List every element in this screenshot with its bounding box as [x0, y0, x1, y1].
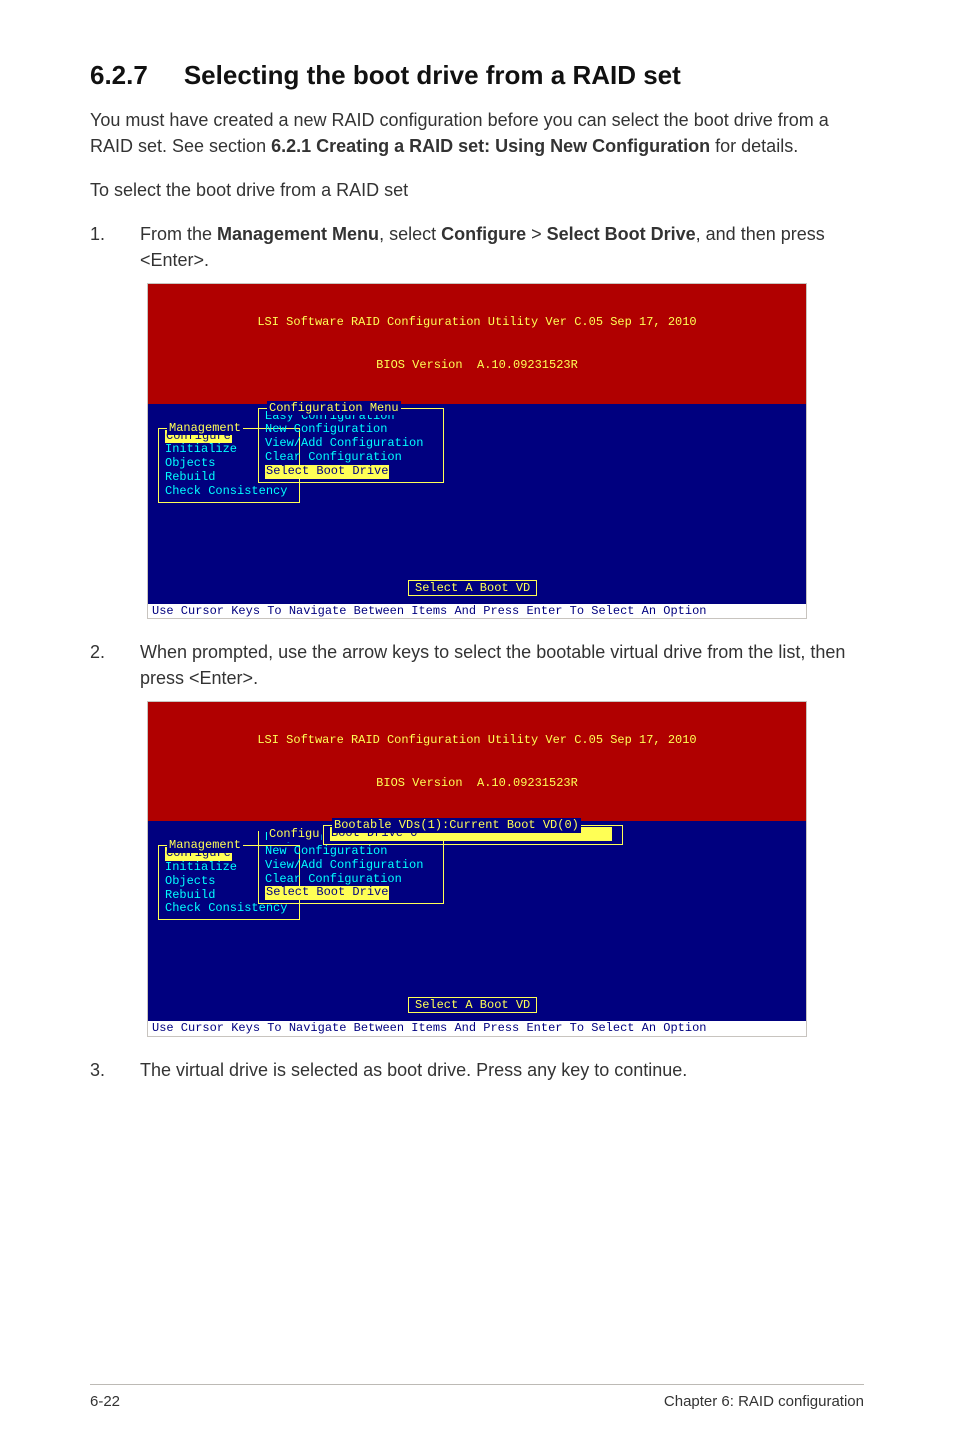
step-3: 3. The virtual drive is selected as boot…: [90, 1057, 864, 1083]
intro-text-b: for details.: [710, 136, 798, 156]
bios2-title-l2: BIOS Version A.10.09231523R: [152, 776, 802, 790]
step-number: 3.: [90, 1057, 110, 1083]
footer-page-num: 6-22: [90, 1393, 120, 1410]
s1-a: From the: [140, 224, 217, 244]
step-text: The virtual drive is selected as boot dr…: [140, 1057, 864, 1083]
footer-chapter: Chapter 6: RAID configuration: [664, 1393, 864, 1410]
bios-screenshot-1: LSI Software RAID Configuration Utility …: [147, 283, 807, 619]
bios1-status: Use Cursor Keys To Navigate Between Item…: [148, 604, 806, 618]
bios1-body: Management Configure Initialize Objects …: [148, 404, 806, 604]
bios2-cfg-viewadd[interactable]: View/Add Configuration: [265, 859, 437, 873]
bios1-cfg-clear[interactable]: Clear Configuration: [265, 451, 437, 465]
bios1-cfg-viewadd[interactable]: View/Add Configuration: [265, 437, 437, 451]
page-footer: 6-22 Chapter 6: RAID configuration: [90, 1384, 864, 1410]
bios2-cfg-select-boot[interactable]: Select Boot Drive: [265, 886, 389, 900]
bios2-body: Management Configure Initialize Objects …: [148, 821, 806, 1021]
bios-screenshot-2: LSI Software RAID Configuration Utility …: [147, 701, 807, 1037]
bios1-title-l2: BIOS Version A.10.09231523R: [152, 358, 802, 372]
bios2-title-l1: LSI Software RAID Configuration Utility …: [152, 733, 802, 747]
section-title: Selecting the boot drive from a RAID set: [184, 60, 864, 91]
bios2-bootable-box: Bootable VDs(1):Current Boot VD(0) Boot …: [323, 825, 623, 845]
bios2-cfg-clear[interactable]: Clear Configuration: [265, 873, 437, 887]
bios1-cfg-new[interactable]: New Configuration: [265, 423, 437, 437]
bios2-title: LSI Software RAID Configuration Utility …: [148, 702, 806, 821]
s1-b1: Management Menu: [217, 224, 379, 244]
bios1-management-legend: Management: [167, 421, 243, 435]
s1-c2: >: [526, 224, 547, 244]
bios2-management-legend: Management: [167, 838, 243, 852]
section-heading: 6.2.7 Selecting the boot drive from a RA…: [90, 60, 864, 91]
bios1-config-menu: Configuration Menu Easy Configuration Ne…: [258, 408, 444, 483]
s1-c1: , select: [379, 224, 441, 244]
bios2-cfg-new[interactable]: New Configuration: [265, 845, 437, 859]
intro-bold-ref: 6.2.1 Creating a RAID set: Using New Con…: [271, 136, 710, 156]
instruction-line: To select the boot drive from a RAID set: [90, 177, 864, 203]
step-1: 1. From the Management Menu, select Conf…: [90, 221, 864, 273]
bios2-bottom-box: Select A Boot VD: [408, 997, 537, 1013]
bios1-config-legend: Configuration Menu: [267, 401, 401, 415]
bios2-config-legend: Configu: [267, 827, 321, 841]
bios1-title: LSI Software RAID Configuration Utility …: [148, 284, 806, 403]
step-2: 2. When prompted, use the arrow keys to …: [90, 639, 864, 691]
bios2-status: Use Cursor Keys To Navigate Between Item…: [148, 1021, 806, 1035]
intro-paragraph: You must have created a new RAID configu…: [90, 107, 864, 159]
step-number: 2.: [90, 639, 110, 691]
bios1-bottom-box: Select A Boot VD: [408, 580, 537, 596]
step-text: From the Management Menu, select Configu…: [140, 221, 864, 273]
bios1-cfg-select-boot[interactable]: Select Boot Drive: [265, 465, 389, 479]
page: 6.2.7 Selecting the boot drive from a RA…: [0, 0, 954, 1438]
s1-b3: Select Boot Drive: [547, 224, 696, 244]
bios2-mgmt-item-check-consistency[interactable]: Check Consistency: [165, 902, 293, 916]
bios1-mgmt-item-check-consistency[interactable]: Check Consistency: [165, 485, 293, 499]
step-text: When prompted, use the arrow keys to sel…: [140, 639, 864, 691]
step-number: 1.: [90, 221, 110, 273]
bios2-bootable-legend: Bootable VDs(1):Current Boot VD(0): [332, 818, 581, 832]
bios1-title-l1: LSI Software RAID Configuration Utility …: [152, 315, 802, 329]
section-number: 6.2.7: [90, 60, 148, 91]
s1-b2: Configure: [441, 224, 526, 244]
